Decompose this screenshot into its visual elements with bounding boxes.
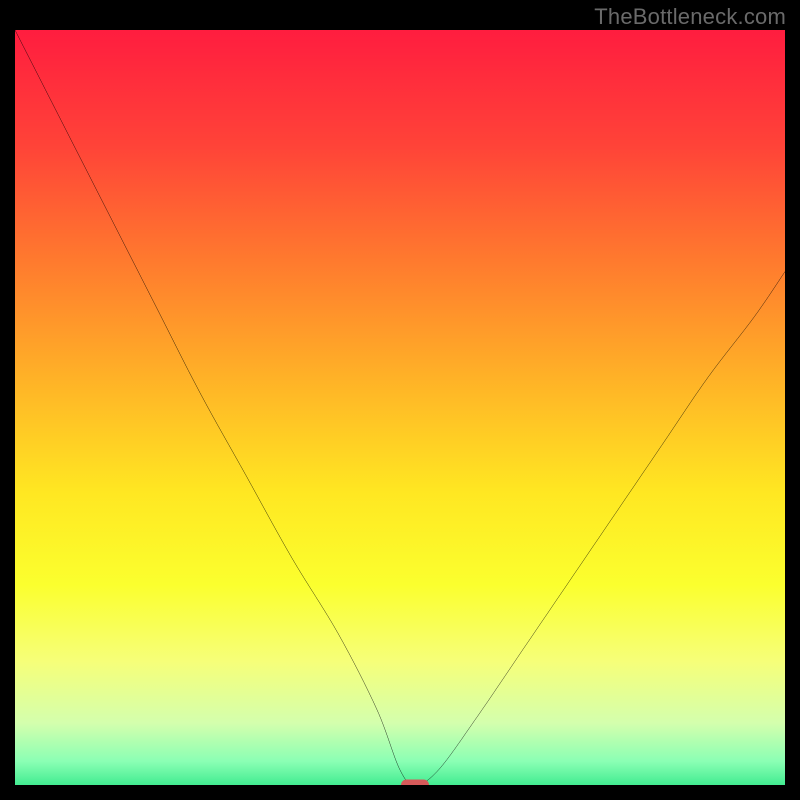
- chart-frame: TheBottleneck.com: [0, 0, 800, 800]
- watermark-text: TheBottleneck.com: [594, 4, 786, 30]
- plot-area: [15, 30, 785, 785]
- bottleneck-curve: [15, 30, 785, 785]
- optimal-point-marker: [401, 780, 429, 786]
